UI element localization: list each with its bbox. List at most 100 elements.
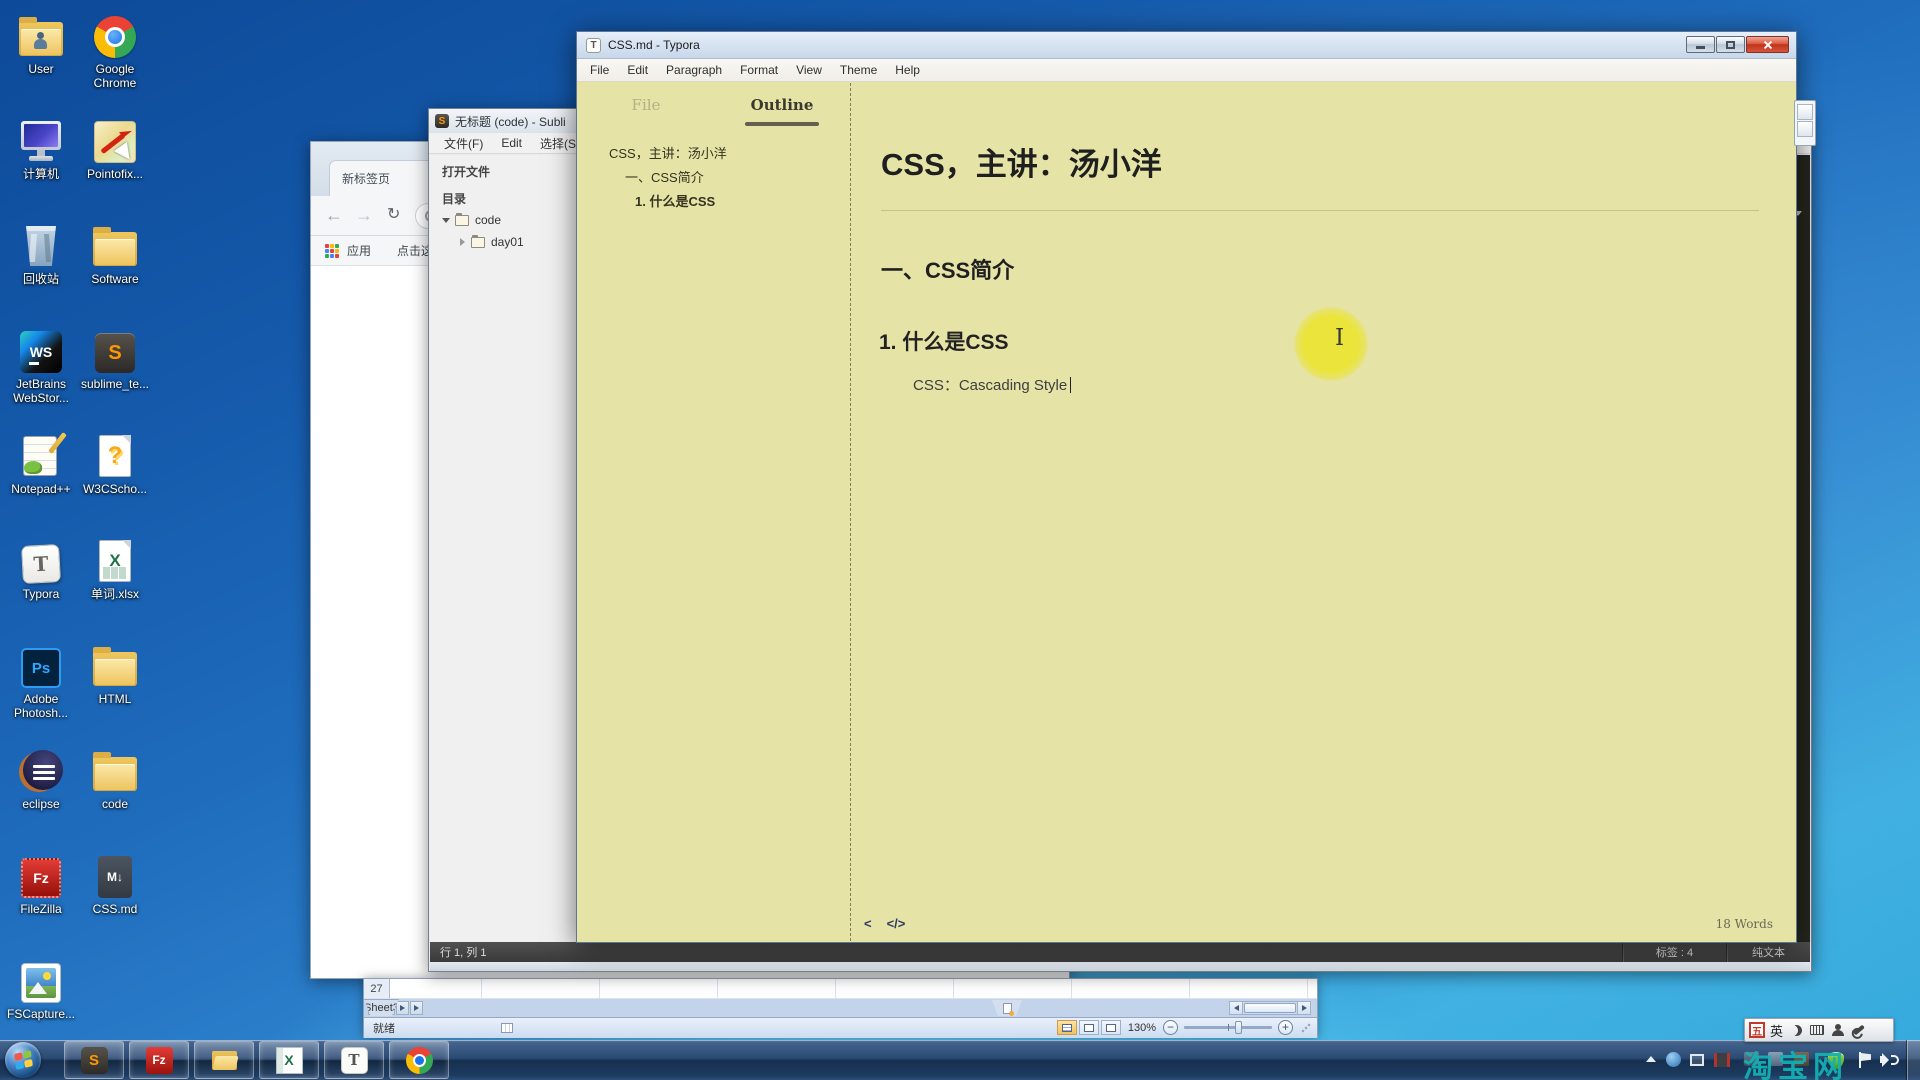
sublime-menu-edit[interactable]: Edit: [492, 136, 531, 150]
back-icon[interactable]: ←: [325, 204, 343, 226]
maximize-button[interactable]: [1716, 36, 1745, 53]
close-button[interactable]: [1746, 36, 1789, 53]
zoom-out-button[interactable]: −: [1163, 1020, 1178, 1035]
insert-worksheet-icon[interactable]: [992, 1000, 1022, 1016]
doc-heading-3[interactable]: 1. 什么是CSS: [879, 326, 1009, 356]
zoom-slider[interactable]: [1184, 1021, 1272, 1034]
scroll-right-icon[interactable]: [1297, 1002, 1310, 1014]
user-settings-icon[interactable]: [1830, 1022, 1846, 1038]
keyboard-icon[interactable]: [1809, 1022, 1825, 1038]
desktop-icon-google-chrome[interactable]: Google Chrome: [74, 8, 156, 113]
text-caret: [1070, 377, 1072, 393]
tab-file[interactable]: File: [578, 96, 714, 114]
capture-icon[interactable]: [1797, 104, 1813, 120]
wubi-input-button[interactable]: 五: [1749, 1022, 1765, 1038]
desktop-icon-filezilla[interactable]: Fz FileZilla: [0, 848, 82, 953]
resize-grip[interactable]: [1301, 1022, 1311, 1033]
excel-horizontal-scrollbar[interactable]: [1229, 1001, 1311, 1015]
page-layout-view-button[interactable]: [1078, 1020, 1099, 1035]
fullwidth-moon-icon[interactable]: [1788, 1022, 1804, 1038]
tab-outline[interactable]: Outline: [714, 96, 850, 126]
zoom-in-button[interactable]: +: [1278, 1020, 1293, 1035]
typora-titlebar[interactable]: T CSS.md - Typora: [577, 32, 1796, 59]
doc-paragraph[interactable]: CSS：Cascading Style: [913, 374, 1072, 395]
desktop-icon-typora[interactable]: T Typora: [0, 533, 82, 638]
start-button[interactable]: [5, 1042, 41, 1078]
tools-wrench-icon[interactable]: [1851, 1022, 1867, 1038]
tab-size-indicator[interactable]: 标签 : 4: [1622, 942, 1726, 962]
page-break-view-button[interactable]: [1100, 1020, 1121, 1035]
typora-menu-theme[interactable]: Theme: [831, 63, 886, 77]
action-center-flag-icon[interactable]: [1858, 1052, 1872, 1068]
desktop-icon-label: 计算机: [22, 167, 59, 181]
excel-grid-row[interactable]: 27: [364, 979, 1317, 999]
reload-icon[interactable]: ↻: [387, 204, 400, 226]
taskbar-button-filezilla[interactable]: Fz: [129, 1041, 189, 1079]
tray-network-icon[interactable]: [1666, 1052, 1681, 1067]
desktop-icon-label: JetBrains WebStor...: [13, 377, 69, 405]
doc-heading-2[interactable]: 一、CSS简介: [881, 253, 1014, 285]
desktop-icon-sublime-te[interactable]: Ssublime_te...: [74, 323, 156, 428]
scroll-left-icon[interactable]: [1230, 1002, 1243, 1014]
taskbar-button-sublime-text[interactable]: S: [64, 1041, 124, 1079]
typora-menu-edit[interactable]: Edit: [618, 63, 657, 77]
desktop-icon-w3cscho[interactable]: ? W3CScho...: [74, 428, 156, 533]
volume-icon[interactable]: [1880, 1052, 1899, 1068]
desktop-icon-label: FileZilla: [20, 902, 62, 916]
typora-menu-view[interactable]: View: [787, 63, 831, 77]
sublime-window-edge: [430, 962, 1810, 971]
hidden-icons-chevron-icon[interactable]: [1646, 1056, 1656, 1062]
forward-icon[interactable]: →: [355, 204, 373, 226]
taskbar-button-chrome[interactable]: [389, 1041, 449, 1079]
desktop-icon-label: FSCapture...: [6, 1007, 76, 1021]
apps-grid-icon[interactable]: [325, 243, 339, 258]
chrome-icon: [94, 16, 136, 58]
desktop-icon-eclipse[interactable]: eclipse: [0, 743, 82, 848]
taskbar-button-typora[interactable]: T: [324, 1041, 384, 1079]
typora-menu-paragraph[interactable]: Paragraph: [657, 63, 731, 77]
word-count[interactable]: 18 Words: [1716, 917, 1773, 931]
fscapture-floating-panel[interactable]: [1794, 100, 1816, 146]
typora-window: T CSS.md - Typora File Edit Paragraph Forma…: [576, 31, 1797, 943]
outline-item-css-主讲-汤小洋[interactable]: CSS，主讲：汤小洋: [578, 142, 850, 166]
typora-editor[interactable]: CSS，主讲：汤小洋 一、CSS简介 1. 什么是CSS I CSS：Casca…: [851, 83, 1795, 941]
desktop-icon-回收站[interactable]: 回收站: [0, 218, 82, 323]
zoom-level[interactable]: 130%: [1128, 1022, 1156, 1034]
zoom-slider-thumb[interactable]: [1235, 1021, 1243, 1034]
outline-item-1-什么是css[interactable]: 1. 什么是CSS: [578, 190, 850, 214]
desktop-icon-code[interactable]: code: [74, 743, 156, 848]
show-desktop-button[interactable]: [1906, 1040, 1920, 1080]
typora-menu-format[interactable]: Format: [731, 63, 787, 77]
tray-window-icon[interactable]: [1690, 1054, 1704, 1066]
last-sheet-icon[interactable]: [410, 1001, 423, 1015]
source-code-mode-icon[interactable]: </>: [887, 916, 906, 931]
desktop-icon-单词-xlsx[interactable]: X 单词.xlsx: [74, 533, 156, 638]
desktop-icon-adobe-photosh[interactable]: Ps Adobe Photosh...: [0, 638, 82, 743]
doc-heading-1[interactable]: CSS，主讲：汤小洋: [881, 139, 1162, 184]
syntax-indicator[interactable]: 纯文本: [1726, 942, 1810, 962]
sidebar-toggle-icon[interactable]: <: [864, 916, 872, 931]
sublime-menu-文件-f[interactable]: 文件(F): [435, 135, 492, 152]
desktop-icon-计算机[interactable]: 计算机: [0, 113, 82, 218]
scrollbar-thumb[interactable]: [1244, 1003, 1296, 1013]
taskbar-button-excel[interactable]: X: [259, 1041, 319, 1079]
typora-menu-file[interactable]: File: [581, 63, 618, 77]
capture-icon[interactable]: [1797, 121, 1813, 137]
desktop-icon-css-md[interactable]: M↓ CSS.md: [74, 848, 156, 953]
bookmark-apps[interactable]: 应用: [347, 242, 371, 259]
desktop-icon-notepad[interactable]: Notepad++: [0, 428, 82, 533]
desktop-icon-user[interactable]: User: [0, 8, 82, 113]
typora-menu-help[interactable]: Help: [886, 63, 929, 77]
desktop-icon-pointofix[interactable]: Pointofix...: [74, 113, 156, 218]
language-toggle-button[interactable]: 英: [1770, 1021, 1783, 1040]
desktop-icon-software[interactable]: Software: [74, 218, 156, 323]
taskbar-button-explorer[interactable]: [194, 1041, 254, 1079]
normal-view-button[interactable]: [1056, 1020, 1077, 1035]
outline-item-一-css简介[interactable]: 一、CSS简介: [578, 166, 850, 190]
desktop-icon-jetbrains-webstor[interactable]: WS JetBrains WebStor...: [0, 323, 82, 428]
tray-media-icon[interactable]: [1714, 1053, 1730, 1067]
desktop-icon-html[interactable]: HTML: [74, 638, 156, 743]
macro-record-icon[interactable]: [501, 1023, 513, 1033]
next-sheet-icon[interactable]: [396, 1001, 409, 1015]
minimize-button[interactable]: [1686, 36, 1715, 53]
